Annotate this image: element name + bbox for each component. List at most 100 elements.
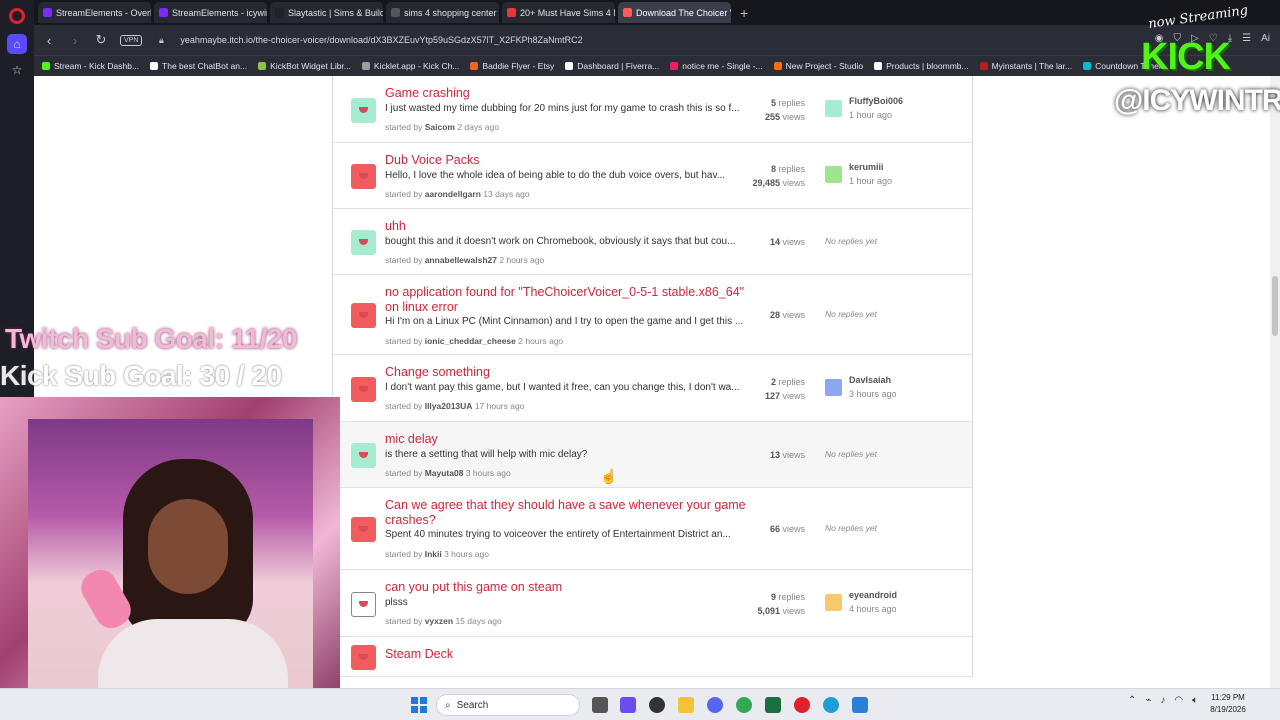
topic-title-link[interactable]: mic delay	[385, 432, 755, 447]
topic-title-link[interactable]: can you put this game on steam	[385, 580, 755, 595]
topic-title-link[interactable]: no application found for "TheChoicerVoic…	[385, 285, 755, 315]
ai-icon[interactable]: Ai	[1261, 33, 1270, 44]
last-reply-user-link[interactable]: kerumiii	[849, 162, 884, 172]
topic-title-link[interactable]: Game crashing	[385, 86, 755, 101]
network-icon[interactable]: ⌁	[1145, 695, 1151, 706]
topic-row[interactable]: Game crashing I just wasted my time dubbi…	[333, 76, 972, 143]
browser-tab[interactable]: 20+ Must Have Sims 4 M	[502, 2, 615, 23]
topic-author-link[interactable]: vyxzen	[425, 616, 453, 626]
topic-title-link[interactable]: Can we agree that they should have a sav…	[385, 498, 755, 528]
topic-age: 3 hours ago	[465, 468, 511, 478]
webcam-feed	[28, 419, 313, 699]
topic-title-link[interactable]: uhh	[385, 219, 755, 234]
browser-tab[interactable]: StreamElements - icywintr	[154, 2, 267, 23]
user-avatar	[351, 164, 376, 189]
chrome-icon[interactable]	[736, 697, 752, 713]
taskbar-search[interactable]: ⌕ Search	[436, 694, 580, 716]
reply-count-value: 9	[770, 592, 776, 602]
scrollbar-thumb[interactable]	[1272, 276, 1278, 336]
topic-row[interactable]: no application found for "TheChoicerVoic…	[333, 275, 972, 355]
back-icon[interactable]: ‹	[42, 33, 56, 48]
bookmark-item[interactable]: Products | bloommb...	[874, 61, 969, 71]
topic-row[interactable]: Steam Deck	[333, 637, 972, 677]
browser-tab[interactable]: StreamElements - Overlay	[38, 2, 151, 23]
last-reply-user-link[interactable]: DavIsaiah	[849, 375, 891, 385]
topic-excerpt: I just wasted my time dubbing for 20 min…	[385, 103, 740, 114]
topic-author-link[interactable]: Mayuta08	[425, 468, 464, 478]
browser-tab[interactable]: Slaytastic | Sims & Builds	[270, 2, 383, 23]
home-icon[interactable]: ⌂	[7, 34, 27, 54]
bookmark-item[interactable]: KickBot Widget Libr...	[258, 61, 351, 71]
wifi-icon[interactable]: ◠	[1174, 695, 1183, 706]
bookmark-label: Products | bloommb...	[886, 61, 969, 71]
topic-title-link[interactable]: Change something	[385, 365, 755, 380]
opera-taskbar-icon[interactable]	[794, 697, 810, 713]
last-reply-user-link[interactable]: FluffyBoi006	[849, 96, 903, 106]
opera-logo-icon[interactable]	[9, 8, 25, 24]
topic-row[interactable]: Can we agree that they should have a sav…	[333, 488, 972, 570]
windows-start-icon[interactable]	[411, 697, 427, 713]
last-reply-user-link[interactable]: eyeandroid	[849, 590, 897, 600]
user-avatar	[351, 645, 376, 670]
topic-row[interactable]: Dub Voice Packs Hello, I love the whole i…	[333, 143, 972, 209]
copilot-icon[interactable]	[620, 697, 636, 713]
no-replies-label: No replies yet	[825, 523, 877, 533]
topic-title-link[interactable]: Dub Voice Packs	[385, 153, 755, 168]
chevron-up-icon[interactable]: ⌃	[1128, 695, 1136, 706]
discord-icon[interactable]	[707, 697, 723, 713]
view-count-value: 5,091	[757, 606, 780, 616]
started-by-label: started by	[385, 255, 423, 265]
clock[interactable]: 11:29 PM 8/19/2026	[1200, 692, 1256, 716]
user-avatar	[351, 377, 376, 402]
task-view-icon[interactable]	[592, 697, 608, 713]
topic-excerpt: plsss	[385, 597, 408, 608]
topic-author-link[interactable]: Inkii	[425, 549, 442, 559]
bookmark-item[interactable]: The best ChatBot an...	[150, 61, 247, 71]
topic-author-link[interactable]: annabellewalsh27	[425, 255, 497, 265]
topic-row[interactable]: mic delay is there a setting that will he…	[333, 422, 972, 488]
bookmark-item[interactable]: Myinstants | The lar...	[979, 61, 1072, 71]
reply-count-label: replies	[778, 592, 805, 602]
topic-author-link[interactable]: Saicom	[425, 122, 455, 132]
browser-tab[interactable]: Download The Choicer Vo	[618, 2, 731, 23]
bookmark-favicon-icon	[874, 62, 883, 70]
last-reply-time: 4 hours ago	[849, 604, 897, 614]
topic-author-link[interactable]: Illya2013UA	[425, 401, 473, 411]
topic-meta: started by aarondellgarn 13 days ago	[385, 189, 530, 199]
last-reply-time: 3 hours ago	[849, 389, 897, 399]
bookmark-item[interactable]: Kicklet.app - Kick Ch...	[361, 61, 459, 71]
bookmark-item[interactable]: Baddie Flyer - Etsy	[470, 61, 554, 71]
vpn-badge[interactable]: VPN	[120, 34, 143, 46]
topic-row[interactable]: uhh bought this and it doesn't work on Ch…	[333, 209, 972, 275]
file-explorer-icon[interactable]	[678, 697, 694, 713]
app-icon[interactable]	[649, 697, 665, 713]
new-tab-icon[interactable]: +	[740, 5, 748, 21]
browser-app-icon[interactable]	[823, 697, 839, 713]
view-count: 29,485 views	[735, 176, 805, 190]
url-text[interactable]: yeahmaybe.itch.io/the-choicer-voicer/dow…	[180, 35, 582, 45]
mic-tray-icon[interactable]: ♪	[1160, 695, 1165, 706]
topic-author-link[interactable]: aarondellgarn	[425, 189, 481, 199]
bookmark-item[interactable]: New Project - Studio	[773, 61, 863, 71]
topic-author-link[interactable]: ionic_cheddar_cheese	[425, 336, 516, 346]
bookmark-item[interactable]: Dashboard | Fiverra...	[565, 61, 659, 71]
topic-row[interactable]: Change something I don't want pay this ga…	[333, 355, 972, 422]
user-avatar	[351, 443, 376, 468]
reply-count-label: replies	[778, 98, 805, 108]
search-icon: ⌕	[445, 699, 451, 711]
forward-icon[interactable]: ›	[68, 33, 82, 48]
bookmark-item[interactable]: notice me - Single -...	[670, 61, 763, 71]
excel-icon[interactable]	[765, 697, 781, 713]
star-icon[interactable]: ☆	[7, 60, 27, 80]
view-count-label: views	[782, 450, 805, 460]
bookmark-item[interactable]: Stream - Kick Dashb...	[42, 61, 139, 71]
started-by-label: started by	[385, 549, 423, 559]
photos-icon[interactable]	[852, 697, 868, 713]
view-count-label: views	[782, 310, 805, 320]
reload-icon[interactable]: ↻	[94, 32, 108, 48]
volume-icon[interactable]: 🔈︎	[1192, 695, 1198, 706]
topic-row[interactable]: can you put this game on steam plsss start…	[333, 570, 972, 637]
browser-tab[interactable]: sims 4 shopping center -	[386, 2, 499, 23]
scrollbar[interactable]	[1270, 76, 1280, 688]
topic-title-link[interactable]: Steam Deck	[385, 647, 755, 662]
